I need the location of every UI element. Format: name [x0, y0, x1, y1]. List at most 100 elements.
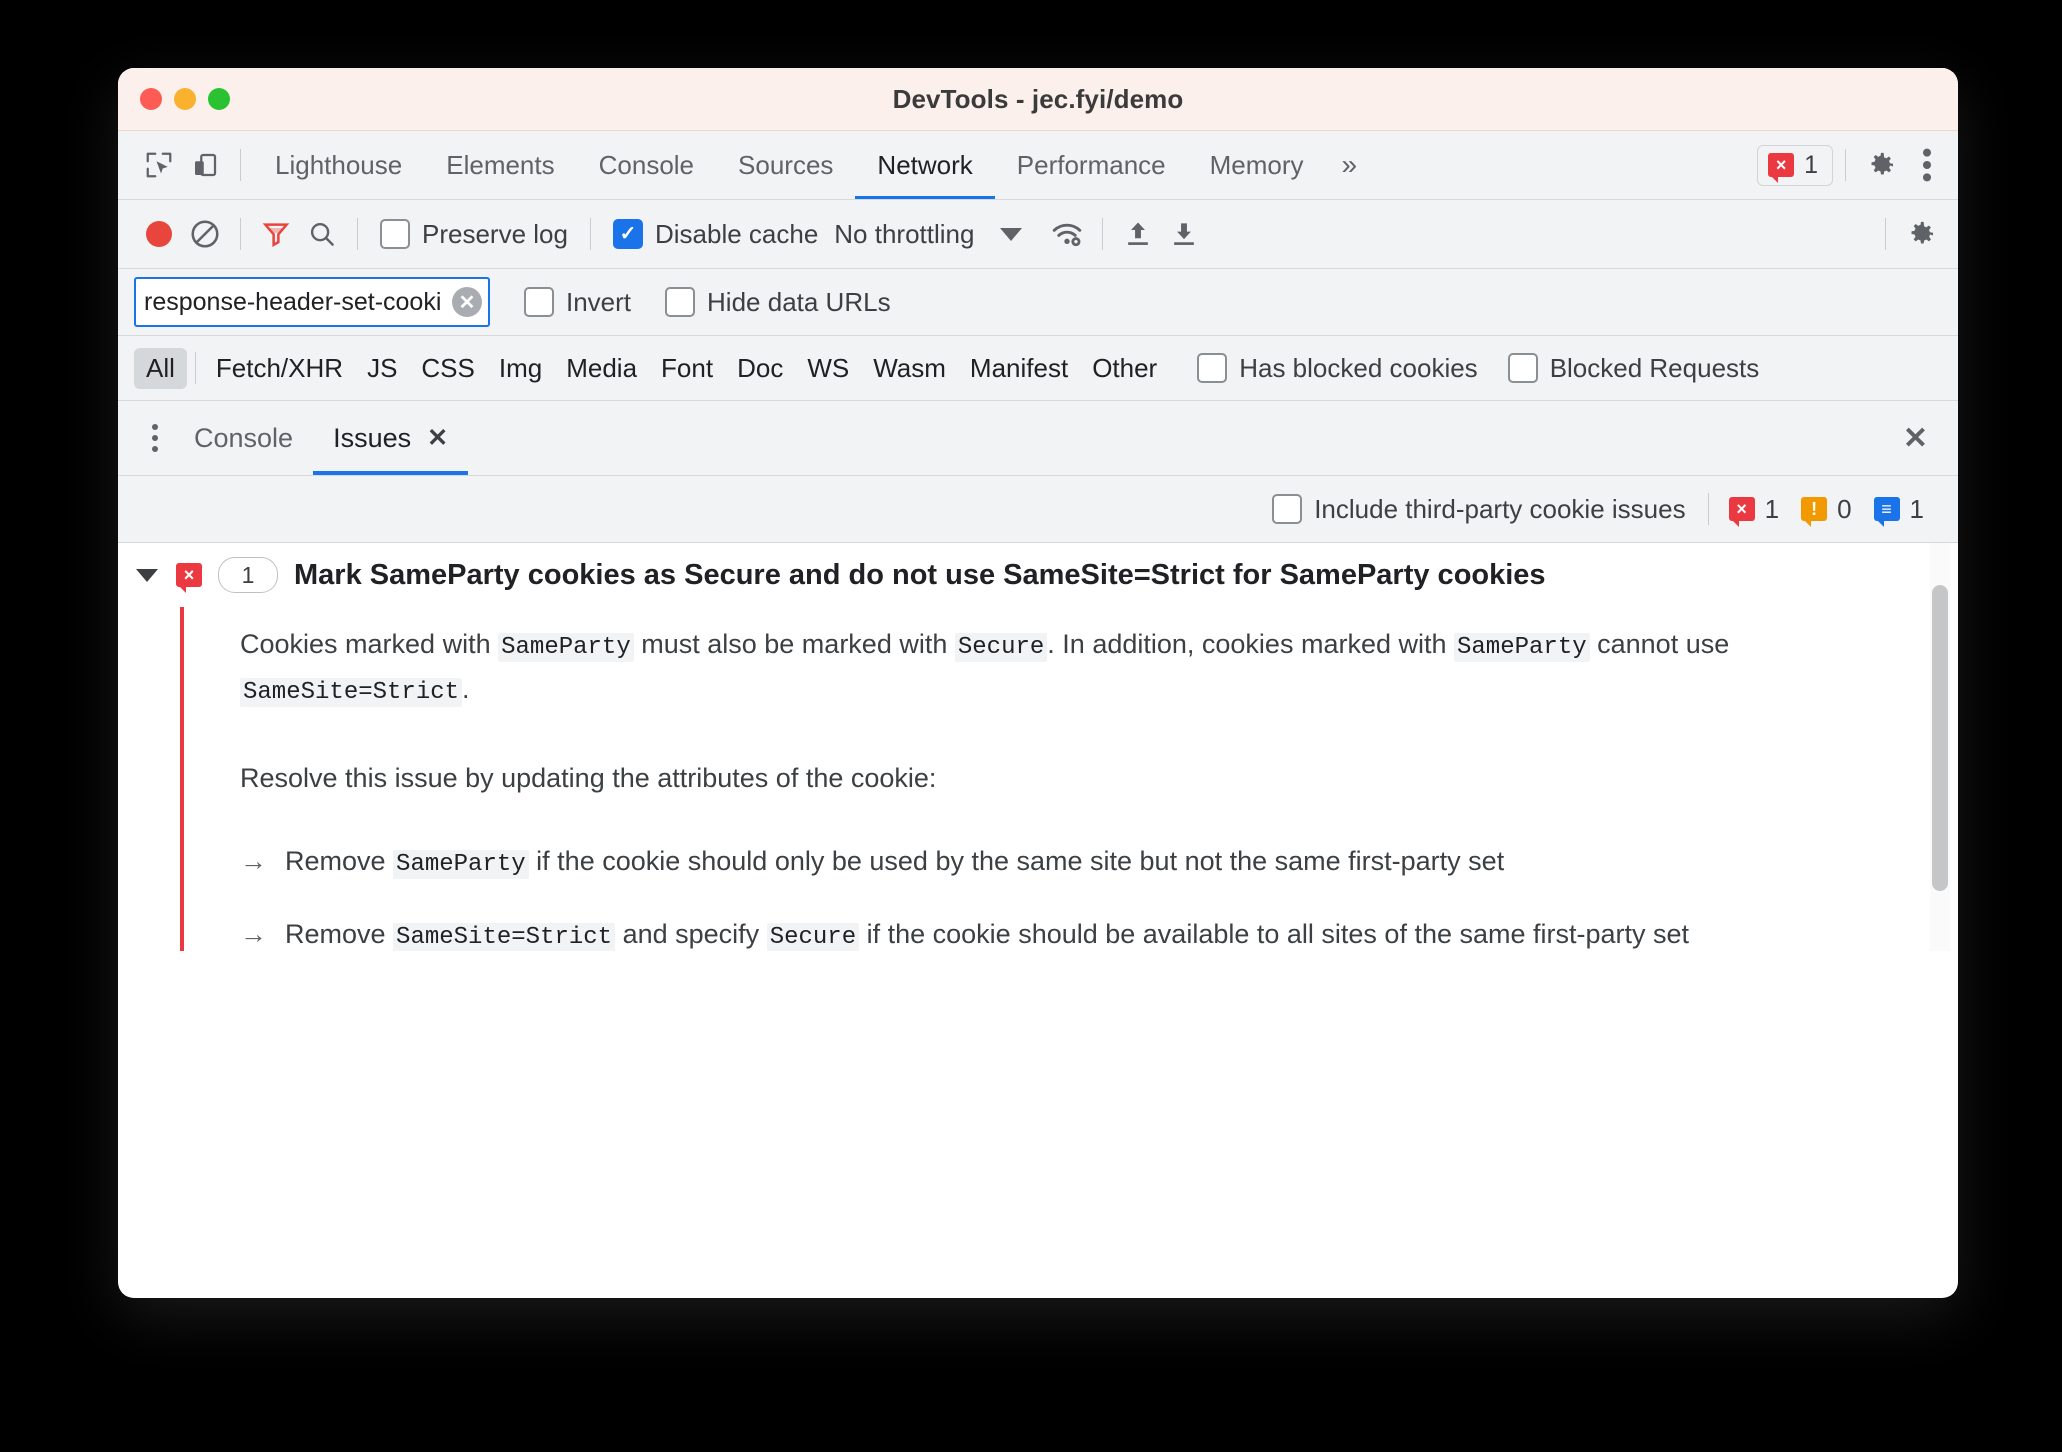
throttling-select[interactable]: No throttling: [828, 219, 974, 250]
issue-bullet-1: → Remove SameParty if the cookie should …: [240, 840, 1880, 885]
issue-body: Cookies marked with SameParty must also …: [180, 607, 1958, 951]
issue-expand-caret-icon[interactable]: [136, 568, 158, 582]
preserve-log-box[interactable]: [380, 219, 410, 249]
has-blocked-cookies-box[interactable]: [1197, 353, 1228, 383]
issue-error-glyph: ×: [183, 565, 195, 585]
tab-elements[interactable]: Elements: [424, 131, 576, 199]
clear-icon[interactable]: [182, 211, 228, 257]
invert-checkbox[interactable]: Invert: [514, 287, 641, 318]
type-filter-font[interactable]: Font: [649, 348, 725, 389]
wifi-settings-icon[interactable]: [1044, 211, 1090, 257]
inspect-cursor-icon[interactable]: [136, 142, 182, 188]
tab-performance[interactable]: Performance: [995, 131, 1188, 199]
error-count-badge[interactable]: × 1: [1757, 144, 1833, 186]
p1-t3: . In addition, cookies marked with: [1047, 629, 1454, 659]
type-filter-media[interactable]: Media: [554, 348, 649, 389]
blocked-requests-box[interactable]: [1507, 353, 1538, 383]
filter-input-wrapper[interactable]: ✕: [134, 277, 490, 327]
export-har-icon[interactable]: [1161, 211, 1207, 257]
issue-counts: × 1 ! 0 ≡ 1: [1728, 493, 1936, 527]
include-third-party-checkbox[interactable]: Include third-party cookie issues: [1262, 494, 1695, 525]
type-filter-other[interactable]: Other: [1080, 348, 1169, 389]
tab-network[interactable]: Network: [855, 131, 994, 199]
more-tabs-button[interactable]: »: [1326, 149, 1374, 181]
p1-code-samesite-strict: SameSite=Strict: [240, 677, 463, 707]
drawer-tab-issues[interactable]: Issues ✕: [313, 401, 468, 475]
p1-code-sameparty: SameParty: [498, 633, 634, 662]
p1-t2: must also be marked with: [633, 629, 955, 659]
disable-cache-checkbox[interactable]: Disable cache: [603, 219, 828, 250]
has-blocked-cookies-checkbox[interactable]: Has blocked cookies: [1187, 353, 1487, 384]
issue-header-row[interactable]: × 1 Mark SameParty cookies as Secure and…: [118, 543, 1958, 607]
tab-memory[interactable]: Memory: [1188, 131, 1326, 199]
hide-data-urls-label: Hide data URLs: [707, 286, 891, 317]
issues-toolbar: Include third-party cookie issues × 1 ! …: [118, 476, 1958, 543]
tab-console[interactable]: Console: [577, 131, 716, 199]
drawer-tab-console[interactable]: Console: [174, 401, 313, 475]
type-filter-img[interactable]: Img: [487, 348, 554, 389]
chevron-down-icon[interactable]: [1000, 227, 1023, 241]
drawer-tab-console-label: Console: [194, 422, 294, 453]
arrow-right-icon: →: [240, 919, 267, 950]
type-filter-doc[interactable]: Doc: [725, 348, 795, 389]
b1-code-sameparty: SameParty: [393, 850, 529, 880]
blocked-requests-label: Blocked Requests: [1549, 352, 1760, 383]
warning-bubble-icon: !: [1801, 497, 1828, 527]
device-toolbar-icon[interactable]: [182, 142, 228, 188]
p1-code-sameparty-2: SameParty: [1454, 633, 1590, 662]
preserve-log-checkbox[interactable]: Preserve log: [370, 219, 578, 250]
type-filter-css[interactable]: CSS: [409, 348, 486, 389]
zoom-window-button[interactable]: [208, 88, 230, 110]
traffic-lights: [140, 88, 230, 110]
info-count-value: 1: [1909, 493, 1924, 524]
minimize-window-button[interactable]: [174, 88, 196, 110]
b2-t2: and specify: [615, 919, 767, 950]
filter-input[interactable]: [136, 287, 488, 317]
b2-code-secure: Secure: [766, 923, 860, 951]
close-drawer-icon[interactable]: ✕: [1887, 421, 1944, 456]
close-issues-tab-icon[interactable]: ✕: [427, 423, 448, 453]
warning-count-value: 0: [1837, 493, 1852, 524]
warning-glyph: !: [1811, 499, 1818, 519]
has-blocked-cookies-label: Has blocked cookies: [1239, 352, 1478, 383]
type-filter-all[interactable]: All: [134, 347, 187, 389]
disable-cache-box[interactable]: [612, 219, 643, 249]
b1-t2: if the cookie should only be used by the…: [528, 846, 1505, 877]
record-button-icon[interactable]: [136, 211, 182, 257]
hide-data-urls-checkbox[interactable]: Hide data URLs: [655, 287, 901, 318]
issue-error-bubble-icon: ×: [176, 563, 202, 593]
type-filter-fetch-xhr[interactable]: Fetch/XHR: [204, 348, 355, 389]
record-dot: [146, 221, 172, 247]
import-har-icon[interactable]: [1115, 211, 1161, 257]
issue-title: Mark SameParty cookies as Secure and do …: [294, 558, 1546, 591]
tab-lighthouse[interactable]: Lighthouse: [253, 131, 424, 199]
error-bubble-icon: ×: [1768, 153, 1795, 183]
invert-box[interactable]: [524, 287, 554, 317]
clear-filter-icon[interactable]: ✕: [452, 287, 482, 317]
drawer-kebab-menu-icon[interactable]: [136, 424, 174, 452]
kebab-menu-icon[interactable]: [1904, 142, 1950, 188]
error-count-value: 1: [1804, 150, 1818, 179]
blocked-requests-checkbox[interactable]: Blocked Requests: [1498, 353, 1770, 384]
network-filter-row: ✕ Invert Hide data URLs: [118, 269, 1958, 336]
b1-t1: Remove: [285, 846, 394, 877]
issue-resolve-paragraph: Resolve this issue by updating the attri…: [240, 762, 937, 793]
invert-label: Invert: [566, 286, 632, 317]
issues-toolbar-divider: [1707, 493, 1709, 525]
close-window-button[interactable]: [140, 88, 162, 110]
p1-code-secure: Secure: [954, 633, 1048, 662]
filter-funnel-icon[interactable]: [253, 211, 299, 257]
info-glyph: ≡: [1881, 499, 1892, 519]
tab-sources[interactable]: Sources: [716, 131, 855, 199]
type-filter-manifest[interactable]: Manifest: [958, 348, 1080, 389]
gear-icon[interactable]: [1858, 142, 1904, 188]
include-third-party-box[interactable]: [1272, 494, 1303, 524]
devtools-tabbar: Lighthouse Elements Console Sources Netw…: [118, 131, 1958, 200]
type-filter-ws[interactable]: WS: [795, 348, 861, 389]
search-icon[interactable]: [299, 211, 345, 257]
network-settings-gear-icon[interactable]: [1898, 211, 1944, 257]
type-filter-js[interactable]: JS: [355, 348, 409, 389]
issue-bullet-2: → Remove SameSite=Strict and specify Sec…: [240, 913, 1880, 951]
hide-data-urls-box[interactable]: [665, 287, 696, 317]
type-filter-wasm[interactable]: Wasm: [861, 348, 958, 389]
